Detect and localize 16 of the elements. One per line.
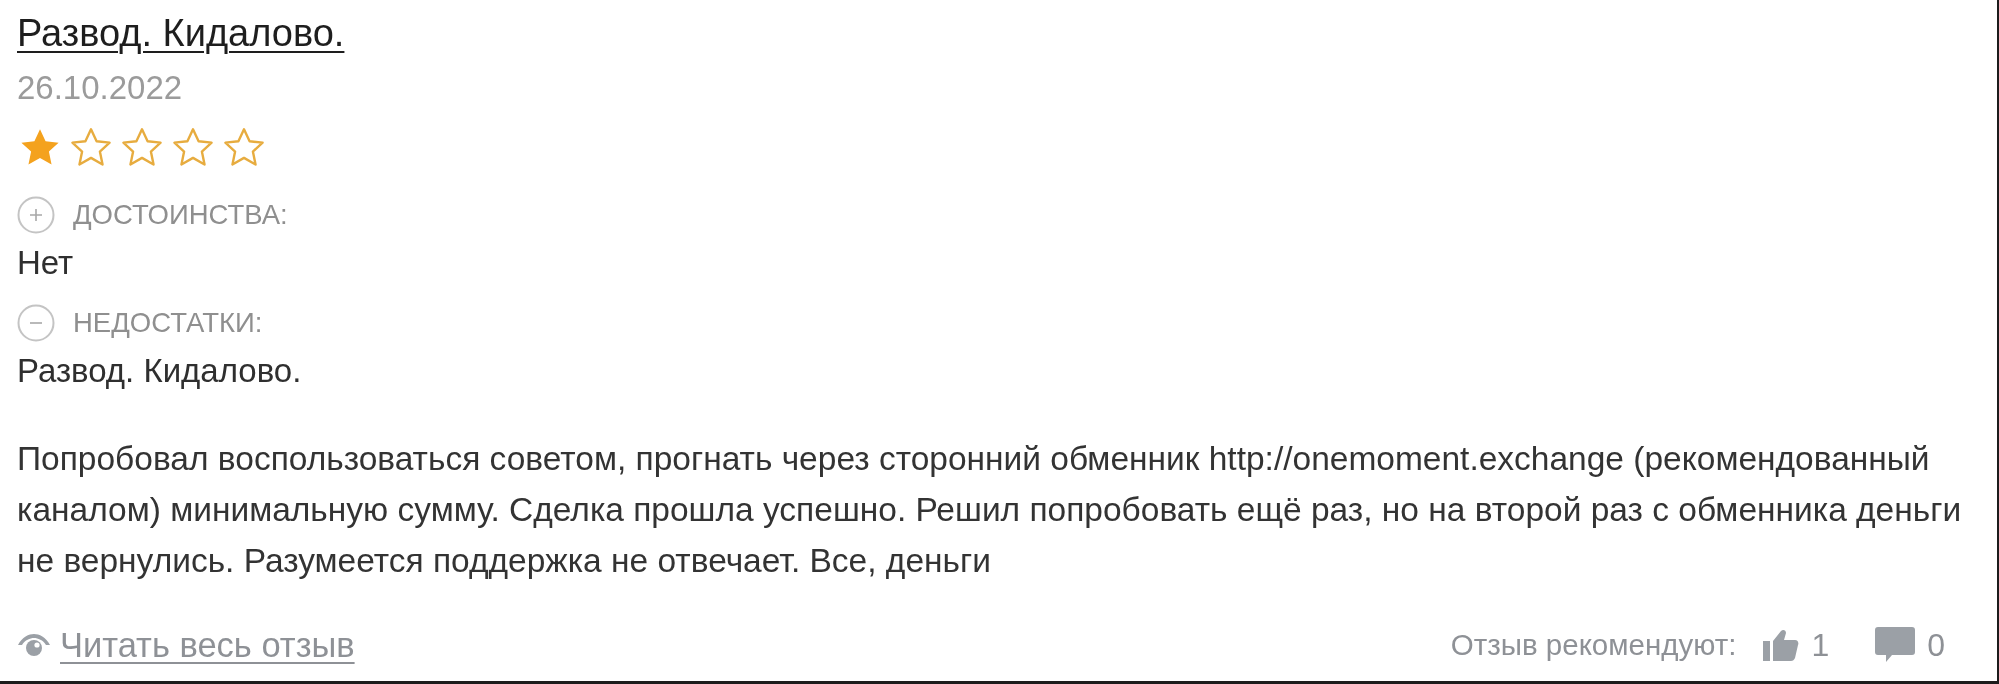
like-button[interactable]: 1 <box>1763 626 1830 664</box>
comments-button[interactable]: 0 <box>1875 626 1945 664</box>
speech-bubble-icon <box>1875 627 1916 663</box>
read-full-review-link[interactable]: Читать весь отзыв <box>60 625 355 665</box>
section-text: Нет <box>17 243 74 283</box>
review-date: 26.10.2022 <box>17 68 183 108</box>
review-text: Попробовал воспользоваться советом, прогнать через сторонний обменник http://onemoment.exchange (рекомендованный каналом) минимальную сумму. Сделка прошла успешно. Решил попробовать ещё раз, но на второй раз с обменника деньги не вернулись. Разумеется поддержка не отвечает. Все, деньги <box>17 439 1963 581</box>
thumbs-up-icon <box>1763 629 1800 661</box>
recommend-label: Отзыв рекомендуют: <box>1450 627 1737 663</box>
review-title-link[interactable]: Развод. Кидалово. <box>17 10 345 56</box>
eye-icon <box>17 633 51 657</box>
section-label: ДОСТОИНСТВА: <box>73 198 288 232</box>
section-label: НЕДОСТАТКИ: <box>73 306 263 340</box>
minus-circle-icon <box>17 304 55 342</box>
section-text: Развод. Кидалово. <box>17 351 302 391</box>
plus-circle-icon <box>17 196 55 234</box>
